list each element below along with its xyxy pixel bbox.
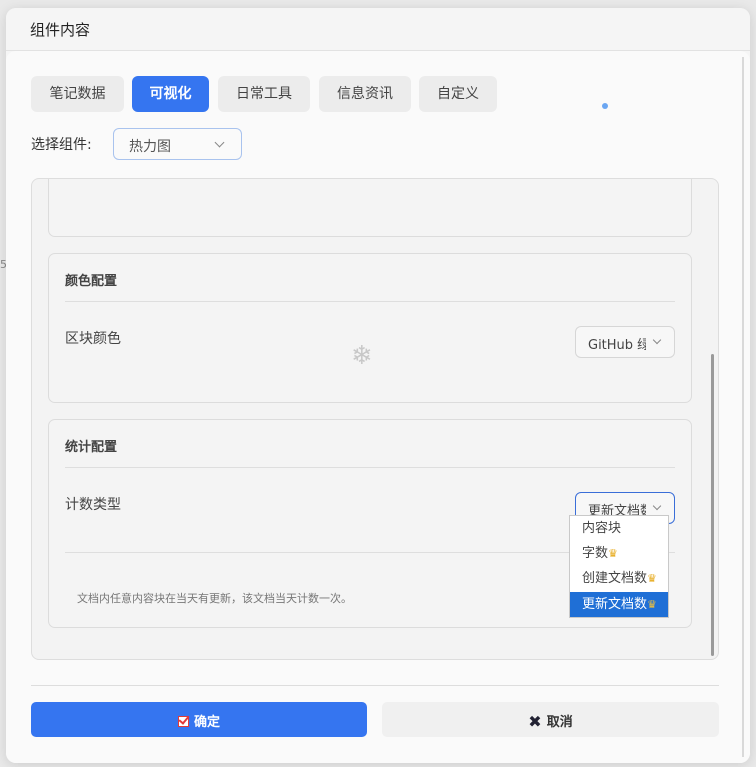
crown-icon: ♛ xyxy=(608,547,618,560)
crown-icon: ♛ xyxy=(647,598,657,611)
crown-icon: ♛ xyxy=(647,572,657,585)
dropdown-option-word-count[interactable]: 字数♛ xyxy=(570,541,668,566)
tab-news[interactable]: 信息资讯 xyxy=(319,76,411,112)
snowflake-icon: ❄ xyxy=(351,341,373,371)
component-select[interactable]: 热力图 xyxy=(113,128,242,160)
tab-visualization[interactable]: 可视化 xyxy=(132,76,209,112)
color-config-title: 颜色配置 xyxy=(65,274,118,289)
count-type-description: 文档内任意内容块在当天有更新，该文档当天计数一次。 xyxy=(77,592,352,605)
count-type-label: 计数类型 xyxy=(65,497,121,513)
close-x-icon: ✖ xyxy=(528,712,542,731)
indicator-dot xyxy=(602,103,608,109)
chevron-down-icon xyxy=(652,501,662,511)
checkbox-check-icon xyxy=(177,716,189,727)
panel-scrollbar-thumb[interactable] xyxy=(711,354,714,656)
component-select-label: 选择组件: xyxy=(31,137,92,153)
dialog-body: 笔记数据 可视化 日常工具 信息资讯 自定义 选择组件: 热力图 颜色配置 区块… xyxy=(6,51,750,763)
dialog-title: 组件内容 xyxy=(30,21,91,39)
divider xyxy=(65,301,675,302)
option-label: 更新文档数 xyxy=(582,597,648,612)
option-label: 创建文档数 xyxy=(582,571,648,586)
dropdown-option-updated-docs[interactable]: 更新文档数♛ xyxy=(570,592,668,617)
chevron-down-icon xyxy=(214,137,225,148)
option-label: 内容块 xyxy=(582,521,622,536)
block-color-select[interactable]: GitHub 绿 xyxy=(575,326,675,358)
cancel-label: 取消 xyxy=(546,715,573,730)
dropdown-option-content-block[interactable]: 内容块 xyxy=(570,516,668,541)
block-color-label: 区块颜色 xyxy=(65,331,121,347)
chevron-down-icon xyxy=(652,335,662,345)
confirm-button[interactable]: 确定 xyxy=(31,702,367,737)
footer-divider xyxy=(31,685,719,686)
color-config-card: 颜色配置 区块颜色 GitHub 绿 xyxy=(48,253,692,403)
previous-config-card xyxy=(48,179,692,237)
dialog-titlebar: 组件内容 xyxy=(6,8,750,51)
cancel-button[interactable]: ✖ 取消 xyxy=(382,702,719,737)
count-type-dropdown: 内容块 字数♛ 创建文档数♛ 更新文档数♛ xyxy=(569,515,669,618)
component-select-value: 热力图 xyxy=(129,139,171,155)
component-content-dialog: 组件内容 笔记数据 可视化 日常工具 信息资讯 自定义 选择组件: 热力图 颜色… xyxy=(6,8,750,763)
divider xyxy=(65,467,675,468)
tab-note-data[interactable]: 笔记数据 xyxy=(31,76,124,112)
dropdown-option-created-docs[interactable]: 创建文档数♛ xyxy=(570,566,668,591)
stats-config-title: 统计配置 xyxy=(65,440,118,455)
dialog-scrollbar[interactable] xyxy=(742,57,744,757)
option-label: 字数 xyxy=(582,546,609,561)
tab-custom[interactable]: 自定义 xyxy=(419,76,497,112)
confirm-label: 确定 xyxy=(193,715,220,730)
block-color-value: GitHub 绿 xyxy=(588,338,646,353)
tab-daily-tools[interactable]: 日常工具 xyxy=(218,76,310,112)
